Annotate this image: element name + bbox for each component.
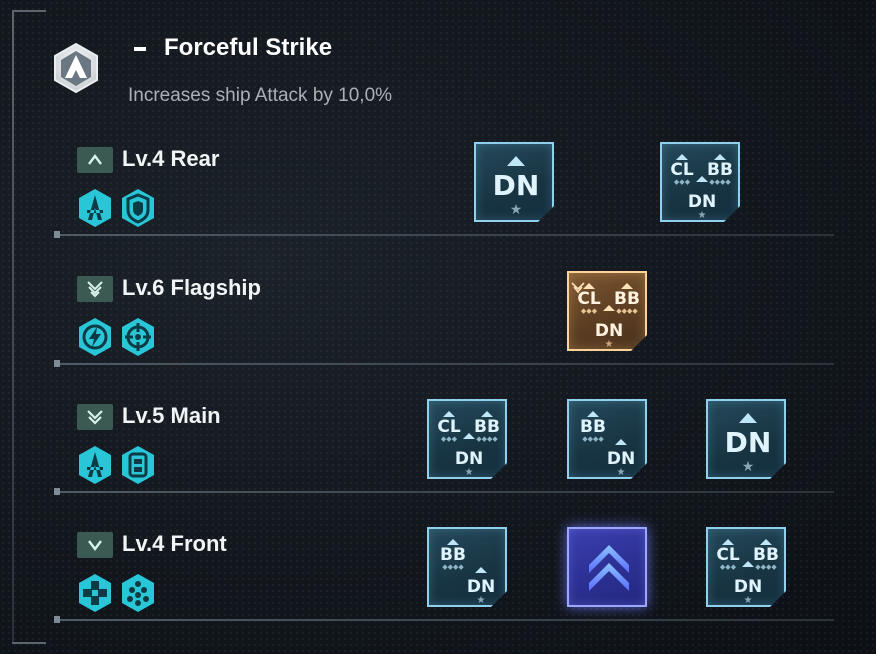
row-divider [54, 619, 834, 621]
svg-text:◆◆◆◆: ◆◆◆◆ [476, 436, 498, 443]
svg-text:★: ★ [742, 458, 755, 474]
swarm-ship-icon [120, 573, 156, 613]
ship-type-card-cl-bb-dn[interactable]: CL BB DN ◆◆◆ ◆◆◆◆ ★ [427, 399, 507, 479]
card-label-bb: BB [753, 545, 779, 565]
formation-row-main: Lv.5 Main CL BB DN ◆◆◆ ◆◆◆◆ ★ BB DN ◆◆◆◆ … [0, 387, 876, 515]
svg-text:★: ★ [698, 210, 707, 221]
row-divider [54, 491, 834, 493]
carrier-ship-icon [77, 188, 113, 228]
row-divider-node [54, 231, 60, 238]
card-label-dn: DN [607, 449, 635, 469]
row-divider-node [54, 488, 60, 495]
ship-type-card-bb-dn[interactable]: BB DN ◆◆◆◆ ★ [427, 527, 507, 607]
ship-type-card-dn[interactable]: DN ★ [474, 142, 554, 222]
row-divider-node [54, 616, 60, 623]
svg-text:◆◆◆◆: ◆◆◆◆ [755, 564, 777, 571]
svg-text:◆◆◆: ◆◆◆ [720, 564, 737, 571]
svg-text:★: ★ [477, 595, 486, 606]
card-label-dn: DN [493, 169, 540, 202]
ship-type-card-cl-bb-dn-selected[interactable]: CL BB DN ◆◆◆ ◆◆◆◆ ★ [567, 271, 647, 351]
row-level-label: Lv.4 Front [122, 531, 227, 556]
row-level-label: Lv.5 Main [122, 403, 221, 428]
svg-text:◆◆◆◆: ◆◆◆◆ [442, 564, 464, 571]
panel-frame-top [12, 10, 46, 12]
card-label-bb: BB [707, 160, 733, 180]
svg-text:◆◆◆◆: ◆◆◆◆ [616, 308, 638, 315]
svg-text:◆◆◆: ◆◆◆ [674, 179, 691, 186]
row-divider-node [54, 360, 60, 367]
ship-type-card-cl-bb-dn[interactable]: CL BB DN ◆◆◆ ◆◆◆◆ ★ [660, 142, 740, 222]
card-label-cl: CL [716, 545, 739, 565]
formation-row-flagship: Lv.6 Flagship CL BB DN ◆◆◆ ◆◆◆◆ ★ [0, 259, 876, 387]
ship-type-card-dn[interactable]: DN ★ [706, 399, 786, 479]
ship-type-card-cl-bb-dn[interactable]: CL BB DN ◆◆◆ ◆◆◆◆ ★ [706, 527, 786, 607]
card-label-bb: BB [440, 545, 466, 565]
card-label-dn: DN [688, 192, 716, 212]
card-label-bb: BB [614, 289, 640, 309]
rank-up-chevron-card[interactable] [567, 527, 647, 607]
svg-text:◆◆◆◆: ◆◆◆◆ [582, 436, 604, 443]
card-label-bb: BB [580, 417, 606, 437]
svg-text:★: ★ [617, 467, 626, 478]
svg-text:★: ★ [605, 339, 614, 350]
row-level-label: Lv.6 Flagship [122, 275, 261, 300]
card-label-cl: CL [670, 160, 693, 180]
armor-ship-icon [120, 445, 156, 485]
skill-title: Forceful Strike [164, 34, 333, 61]
formation-row-front: Lv.4 Front BB DN ◆◆◆◆ ★ CL BB DN ◆◆◆ ◆◆◆◆… [0, 515, 876, 643]
svg-text:◆◆◆: ◆◆◆ [441, 436, 458, 443]
shield-ship-icon [120, 188, 156, 228]
card-label-cl: CL [577, 289, 600, 309]
row-divider [54, 363, 834, 365]
crosshair-ship-icon [120, 317, 156, 357]
card-label-dn: DN [734, 577, 762, 597]
card-label-cl: CL [437, 417, 460, 437]
skill-description: Increases ship Attack by 10,0% [128, 85, 393, 106]
card-label-dn: DN [595, 321, 623, 341]
svg-text:◆◆◆◆: ◆◆◆◆ [709, 179, 731, 186]
lightning-ship-icon [77, 317, 113, 357]
card-label-dn: DN [467, 577, 495, 597]
row-divider [54, 234, 834, 236]
svg-text:★: ★ [465, 467, 474, 478]
hexagon-arrow-icon [50, 42, 102, 94]
card-label-bb: BB [474, 417, 500, 437]
svg-text:★: ★ [510, 201, 523, 217]
collapse-toggle-icon[interactable] [134, 47, 146, 51]
card-label-dn: DN [725, 426, 772, 459]
double-chevron-up-icon [589, 545, 629, 591]
ship-type-card-bb-dn[interactable]: BB DN ◆◆◆◆ ★ [567, 399, 647, 479]
card-label-dn: DN [455, 449, 483, 469]
chevron-up-icon [77, 147, 113, 173]
carrier-ship-icon [77, 445, 113, 485]
chevron-down-icon [77, 532, 113, 558]
double-chevron-down-icon [77, 404, 113, 430]
row-level-label: Lv.4 Rear [122, 146, 220, 171]
svg-text:◆◆◆: ◆◆◆ [581, 308, 598, 315]
cross-ship-icon [77, 573, 113, 613]
triple-chevron-down-icon [77, 276, 113, 302]
svg-text:★: ★ [744, 595, 753, 606]
formation-row-rear: Lv.4 Rear DN ★ CL BB DN ◆◆◆ ◆◆◆◆ ★ [0, 130, 876, 258]
